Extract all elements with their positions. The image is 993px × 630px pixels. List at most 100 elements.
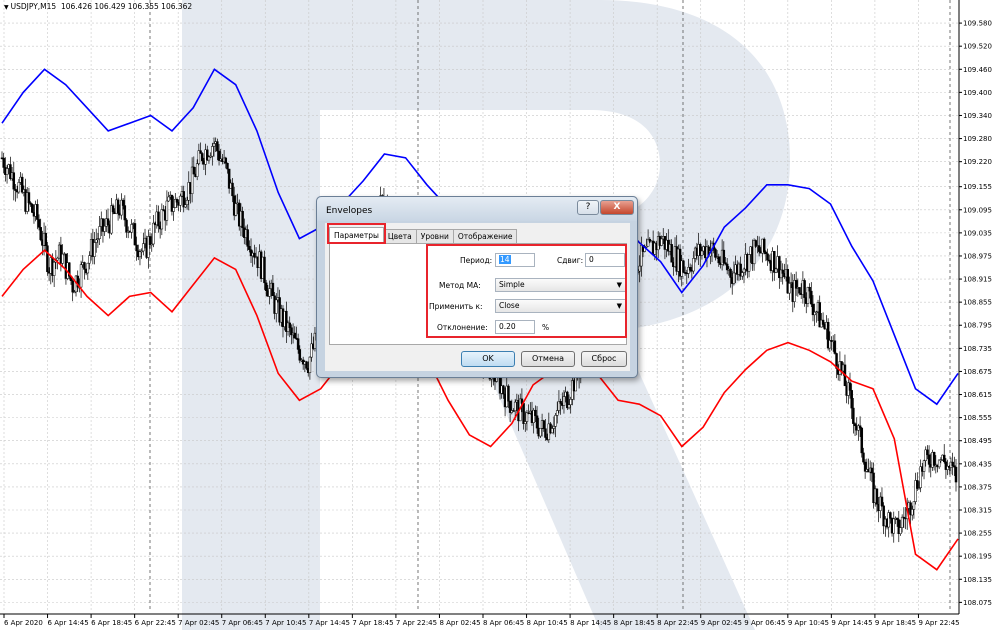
tab-colors[interactable]: Цвета [382,229,417,243]
candle-body [502,385,505,395]
time-tick-label: 7 Apr 14:45 [309,619,350,627]
candle-body [148,236,152,245]
time-tick-label: 6 Apr 22:45 [135,619,176,627]
price-tick-label: 109.340 [963,112,992,120]
candle-body [550,428,554,434]
candle-body [106,218,110,226]
candle-body [821,319,825,325]
candle-body [246,229,249,247]
candle-body [271,282,275,297]
candle-body [71,280,74,293]
candle-body [774,268,778,273]
candle-body [152,222,155,245]
ok-button[interactable]: OK [461,351,515,367]
collapse-triangle-icon[interactable]: ▼ [4,4,9,11]
ohlc-values: 106.426 106.429 106.355 106.362 [60,2,193,11]
candle-body [542,420,546,429]
price-tick-label: 108.195 [963,553,992,561]
candle-body [200,153,204,162]
tab-highlight-box [327,223,386,244]
candle-body [263,256,266,284]
candle-body [185,199,189,205]
candle-body [927,454,931,465]
candle-body [231,182,234,197]
candle-body [61,253,64,264]
time-tick-label: 9 Apr 10:45 [788,619,829,627]
time-tick-label: 7 Apr 18:45 [352,619,393,627]
price-tick-label: 108.795 [963,322,992,330]
candle-body [241,210,244,229]
tab-visualization[interactable]: Отображение [452,229,518,243]
price-tick-label: 109.035 [963,229,992,237]
symbol-info: ▼ USDJPY,M15 106.426 106.429 106.355 106.… [4,2,192,11]
candle-body [555,410,559,416]
candle-body [880,496,884,507]
candle-body [224,157,228,164]
candle-body [86,262,90,274]
candle-body [27,192,31,204]
cancel-button[interactable]: Отмена [521,351,575,367]
candle-body [833,340,837,354]
candle-body [142,243,145,252]
price-tick-label: 109.095 [963,206,992,214]
candle-body [308,356,312,373]
candle-body [275,299,278,314]
candle-body [83,262,86,270]
price-tick-label: 108.615 [963,391,992,399]
time-tick-label: 8 Apr 22:45 [657,619,698,627]
candle-body [93,242,96,257]
candle-body [569,399,572,405]
candle-body [39,227,42,240]
candle-body [248,246,251,250]
candle-body [288,322,291,328]
candle-body [912,501,916,510]
candle-body [165,200,169,221]
candle-body [234,203,238,216]
candle-body [125,219,128,233]
price-tick-label: 108.675 [963,368,992,376]
candle-body [103,225,106,232]
candle-body [638,265,641,272]
time-tick-label: 7 Apr 02:45 [178,619,219,627]
candle-body [2,157,5,168]
candle-body [554,415,557,427]
candle-body [534,409,537,417]
close-button[interactable]: X [600,200,634,215]
candle-body [167,196,170,202]
reset-button[interactable]: Сброс [581,351,627,367]
candle-body [52,261,56,276]
tab-levels[interactable]: Уровни [415,229,454,243]
candle-body [133,223,137,246]
help-button[interactable]: ? [577,200,599,215]
candle-body [747,254,751,272]
candle-body [160,209,164,230]
envelopes-dialog: Envelopes ? X Параметры Цвета Уровни Ото… [316,196,638,378]
candle-body [850,390,853,409]
candle-body [862,452,865,463]
price-tick-label: 108.855 [963,299,992,307]
time-tick-label: 9 Apr 14:45 [831,619,872,627]
candle-body [226,162,229,170]
dialog-titlebar[interactable]: Envelopes ? X [317,197,637,221]
candle-body [762,238,766,253]
symbol-name: USDJPY,M15 [10,2,57,11]
candle-body [741,272,744,277]
candle-body [157,211,160,227]
candle-body [298,349,302,361]
candle-body [860,427,864,454]
candle-body [781,269,784,274]
time-tick-label: 9 Apr 06:45 [744,619,785,627]
candle-body [130,224,133,233]
time-tick-label: 7 Apr 10:45 [265,619,306,627]
candle-body [507,385,510,402]
candle-body [729,268,732,278]
candle-body [954,466,958,483]
candle-body [922,460,926,472]
candle-body [79,264,83,288]
time-tick-label: 7 Apr 22:45 [396,619,437,627]
candle-body [892,518,895,534]
time-tick-label: 8 Apr 02:45 [439,619,480,627]
candle-body [192,166,196,175]
candle-body [36,204,39,220]
candle-body [875,488,879,505]
